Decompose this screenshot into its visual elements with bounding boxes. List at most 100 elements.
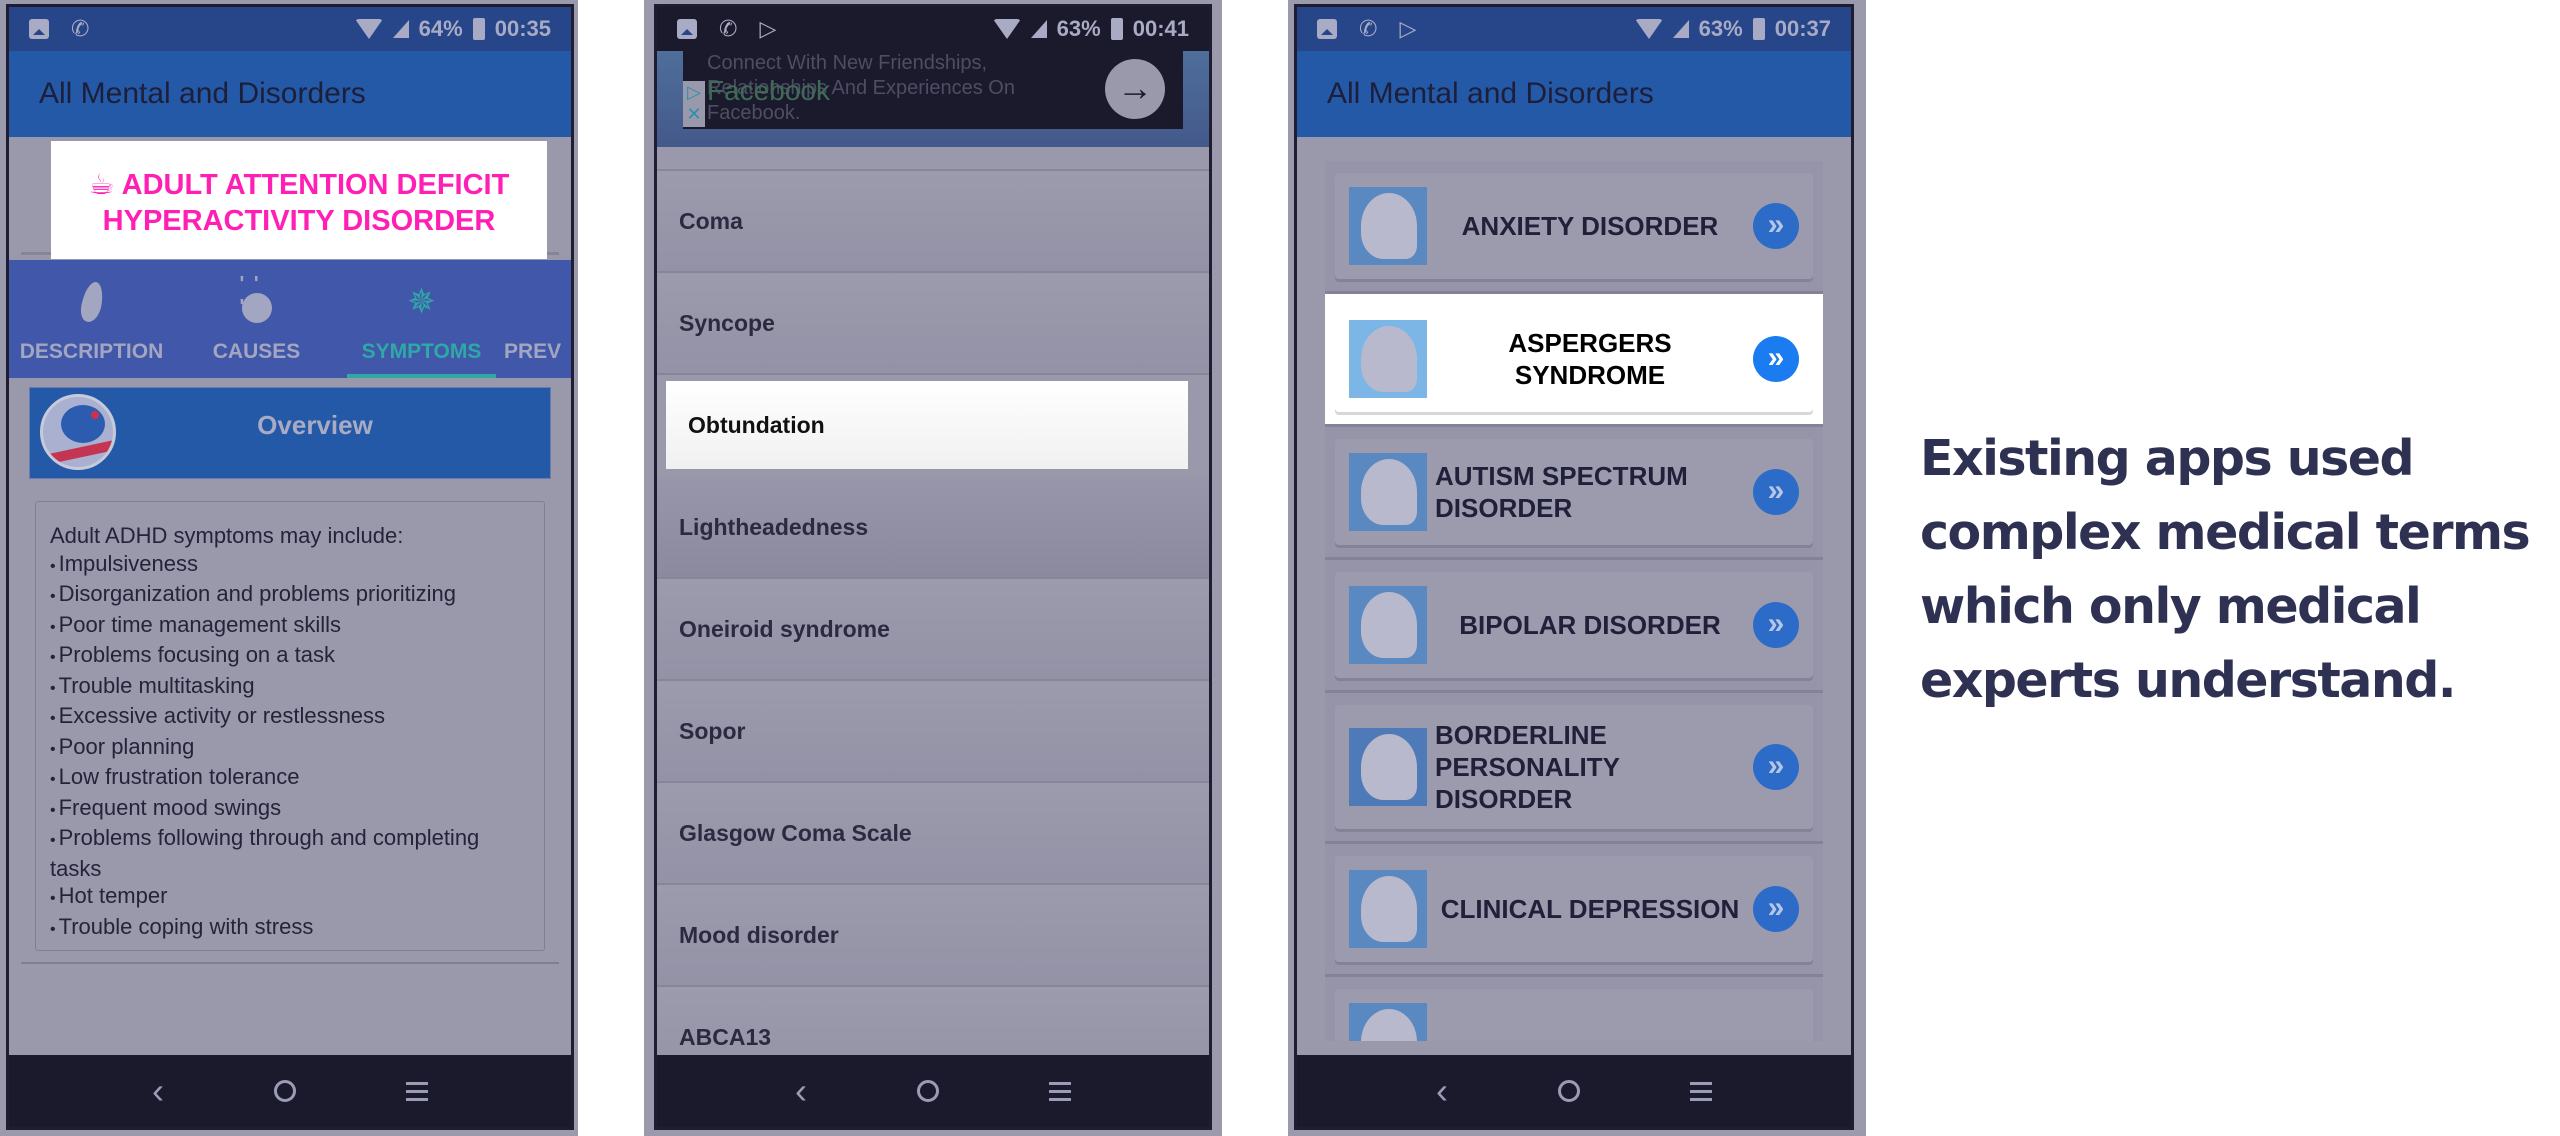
signal-icon xyxy=(1672,20,1689,38)
home-icon[interactable] xyxy=(1558,1080,1580,1102)
back-icon[interactable]: ‹ xyxy=(795,1073,807,1109)
symptom-list: ImpulsivenessDisorganization and problem… xyxy=(50,550,530,944)
symptom-item: Impulsiveness xyxy=(50,550,530,581)
play-store-icon: ▷ xyxy=(1399,16,1417,41)
android-nav-bar: ‹ xyxy=(1297,1055,1851,1127)
disorder-card[interactable]: ANXIETY DISORDER » xyxy=(1335,173,1813,279)
disorder-item-highlighted[interactable]: ASPERGERS SYNDROME » xyxy=(1325,294,1823,427)
chevron-right-double-icon[interactable]: » xyxy=(1753,602,1799,648)
tab-label: CAUSES xyxy=(212,340,301,363)
ad-arrow-icon[interactable]: → xyxy=(1105,59,1165,119)
tab-description[interactable]: DESCRIPTION xyxy=(9,260,174,378)
list-item[interactable]: Mood disorder xyxy=(657,885,1209,987)
image-notification-icon xyxy=(677,19,697,39)
wifi-calling-icon: ✆ xyxy=(71,16,90,41)
clock: 00:37 xyxy=(1774,16,1831,41)
list-item-label: Obtundation xyxy=(688,411,825,438)
card-divider xyxy=(21,962,559,966)
disorder-item[interactable]: BIPOLAR DISORDER » xyxy=(1325,560,1823,693)
phone-screen: ✆ ▷ 63% 00:37 All Mental and Disorders A… xyxy=(1294,4,1854,1130)
list-item-label: Syncope xyxy=(679,309,775,336)
image-notification-icon xyxy=(1317,19,1337,39)
list-item-selected[interactable]: Obtundation xyxy=(666,381,1188,469)
ad-choices[interactable]: ▷ ✕ xyxy=(683,81,705,127)
phone-screenshot-adhd-detail: ✆ 64% 00:35 All Mental and Disorders ☕ A… xyxy=(0,0,578,1136)
list-item-label: Oneiroid syndrome xyxy=(679,615,890,642)
disorder-thumbnail xyxy=(1349,453,1427,531)
symptom-item: Problems following through and completin… xyxy=(50,824,530,882)
tab-label: PREV xyxy=(504,340,562,363)
content-intro: Adult ADHD symptoms may include: xyxy=(50,523,404,548)
home-icon[interactable] xyxy=(274,1080,296,1102)
disorder-card[interactable]: AUTISM SPECTRUM DISORDER » xyxy=(1335,439,1813,545)
disorder-name: ANXIETY DISORDER xyxy=(1461,211,1719,241)
disorder-card[interactable]: BORDERLINE PERSONALITY DISORDER » xyxy=(1335,705,1813,829)
chevron-right-double-icon[interactable]: » xyxy=(1753,336,1799,382)
disorder-item[interactable]: ANXIETY DISORDER » xyxy=(1325,161,1823,294)
disorder-thumbnail xyxy=(1349,586,1427,664)
symptoms-content: Adult ADHD symptoms may include: Impulsi… xyxy=(35,501,545,951)
signal-icon xyxy=(392,20,409,38)
status-bar: ✆ ▷ 63% 00:41 xyxy=(657,7,1209,51)
wifi-icon xyxy=(354,19,383,39)
disorder-card[interactable]: ASPERGERS SYNDROME » xyxy=(1335,306,1813,412)
list-item[interactable]: Coma xyxy=(657,171,1209,273)
ad-brand: Facebook xyxy=(707,75,830,106)
symptom-item: Trouble multitasking xyxy=(50,672,530,703)
symptom-item: Disorganization and problems prioritizin… xyxy=(50,580,530,611)
list-item-label: Mood disorder xyxy=(679,921,839,948)
tab-causes[interactable]: CAUSES xyxy=(174,260,339,378)
recents-icon[interactable] xyxy=(406,1081,428,1101)
ad-choices-icon: ▷ xyxy=(687,82,701,102)
list-item[interactable]: Glasgow Coma Scale xyxy=(657,783,1209,885)
chevron-right-double-icon[interactable]: » xyxy=(1753,886,1799,932)
disorder-item[interactable]: CLINICAL DEPRESSION » xyxy=(1325,844,1823,977)
wifi-icon xyxy=(992,19,1021,39)
disorder-name: BIPOLAR DISORDER xyxy=(1459,610,1721,640)
list-item[interactable]: Oneiroid syndrome xyxy=(657,579,1209,681)
disorder-item[interactable] xyxy=(1325,977,1823,1041)
ad-banner[interactable]: ▷ ✕ Connect With New Friendships, Relati… xyxy=(683,51,1183,129)
symptom-item: Problems focusing on a task xyxy=(50,641,530,672)
symptom-item: Poor planning xyxy=(50,733,530,764)
ad-close-icon[interactable]: ✕ xyxy=(683,103,705,125)
symptom-item: Hot temper xyxy=(50,882,530,913)
disorder-card[interactable]: CLINICAL DEPRESSION » xyxy=(1335,856,1813,962)
play-store-icon: ▷ xyxy=(759,16,777,41)
chevron-right-double-icon[interactable]: » xyxy=(1753,203,1799,249)
disorder-item[interactable]: BORDERLINE PERSONALITY DISORDER » xyxy=(1325,693,1823,844)
back-icon[interactable]: ‹ xyxy=(152,1073,164,1109)
symptom-item: Trouble coping with stress xyxy=(50,913,530,944)
section-title: Overview xyxy=(257,410,373,440)
recents-icon[interactable] xyxy=(1049,1081,1071,1101)
symptom-item: Poor time management skills xyxy=(50,611,530,642)
chevron-right-double-icon[interactable]: » xyxy=(1753,469,1799,515)
list-item[interactable]: Sopor xyxy=(657,681,1209,783)
disorder-card[interactable]: BIPOLAR DISORDER » xyxy=(1335,572,1813,678)
clock: 00:35 xyxy=(494,16,551,41)
tab-prevention[interactable]: PREV xyxy=(504,260,571,378)
home-icon[interactable] xyxy=(917,1080,939,1102)
disorder-name: CLINICAL DEPRESSION xyxy=(1440,894,1740,924)
tab-symptoms[interactable]: ✵ SYMPTOMS xyxy=(339,260,504,378)
symptom-item: Frequent mood swings xyxy=(50,794,530,825)
disorder-title: ☕ ADULT ATTENTION DEFICIT HYPERACTIVITY … xyxy=(51,141,547,259)
disorder-card[interactable] xyxy=(1335,989,1813,1041)
terms-list: Coma Syncope Obtundation Lightheadedness One… xyxy=(657,147,1209,1089)
chevron-right-double-icon[interactable]: » xyxy=(1753,744,1799,790)
disorder-thumbnail xyxy=(1349,870,1427,948)
disorder-thumbnail xyxy=(1349,1003,1427,1041)
status-bar: ✆ ▷ 63% 00:37 xyxy=(1297,7,1851,51)
disorder-thumbnail xyxy=(1349,187,1427,265)
recents-icon[interactable] xyxy=(1690,1081,1712,1101)
list-item[interactable]: Syncope xyxy=(657,273,1209,375)
signal-icon xyxy=(1030,20,1047,38)
phone-screen: ✆ ▷ 63% 00:41 ▷ ✕ Connect With New Frien… xyxy=(654,4,1212,1130)
back-icon[interactable]: ‹ xyxy=(1436,1073,1448,1109)
disorder-title-card: ☕ ADULT ATTENTION DEFICIT HYPERACTIVITY … xyxy=(21,137,559,259)
symptoms-icon: ✵ xyxy=(407,283,436,321)
overview-header: Overview xyxy=(29,387,551,479)
list-item[interactable]: Lightheadedness xyxy=(657,477,1209,579)
list-item-label: Sopor xyxy=(679,717,746,744)
disorder-item[interactable]: AUTISM SPECTRUM DISORDER » xyxy=(1325,427,1823,560)
